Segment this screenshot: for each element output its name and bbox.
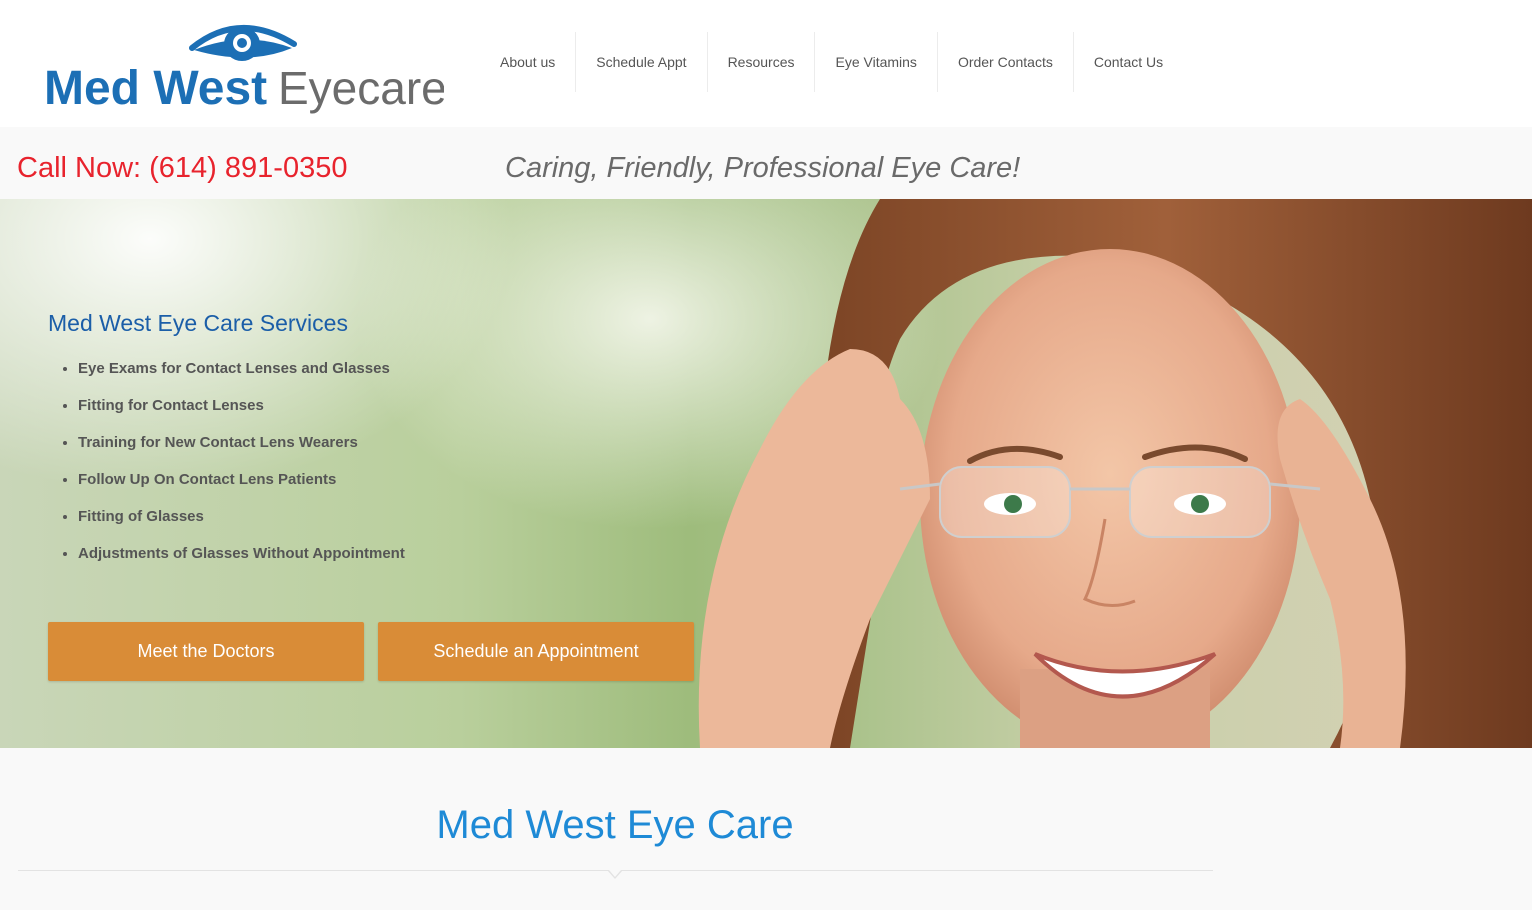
list-item: Fitting of Glasses	[78, 506, 405, 543]
tagline: Caring, Friendly, Professional Eye Care!	[505, 152, 1021, 184]
list-item: Adjustments of Glasses Without Appointme…	[78, 543, 405, 580]
hero-banner: Med West Eye Care Services Eye Exams for…	[0, 199, 1532, 748]
divider-notch-inner	[609, 870, 621, 877]
list-item: Follow Up On Contact Lens Patients	[78, 469, 405, 506]
logo[interactable]: Med West Eyecare	[44, 18, 444, 114]
call-now-phone[interactable]: Call Now: (614) 891-0350	[17, 152, 347, 185]
list-item: Eye Exams for Contact Lenses and Glasses	[78, 358, 405, 395]
nav-item-about-us[interactable]: About us	[480, 32, 577, 92]
meet-doctors-button[interactable]: Meet the Doctors	[48, 622, 364, 681]
main-nav: About us Schedule Appt Resources Eye Vit…	[480, 32, 1183, 92]
list-item: Fitting for Contact Lenses	[78, 395, 405, 432]
section-title: Med West Eye Care	[436, 803, 794, 847]
nav-item-schedule-appt[interactable]: Schedule Appt	[576, 32, 708, 92]
services-title: Med West Eye Care Services	[48, 310, 348, 336]
site-header: Med West Eyecare About us Schedule Appt …	[0, 0, 1532, 127]
list-item: Training for New Contact Lens Wearers	[78, 432, 405, 469]
services-list: Eye Exams for Contact Lenses and Glasses…	[58, 358, 405, 580]
logo-text-med-west: Med West	[44, 62, 267, 114]
nav-item-resources[interactable]: Resources	[708, 32, 816, 92]
nav-item-contact-us[interactable]: Contact Us	[1074, 32, 1183, 92]
schedule-appointment-button[interactable]: Schedule an Appointment	[378, 622, 694, 681]
nav-item-order-contacts[interactable]: Order Contacts	[938, 32, 1074, 92]
logo-text-eyecare: Eyecare	[278, 62, 444, 114]
nav-item-eye-vitamins[interactable]: Eye Vitamins	[815, 32, 938, 92]
eye-logo-icon: Med West Eyecare	[44, 24, 444, 114]
